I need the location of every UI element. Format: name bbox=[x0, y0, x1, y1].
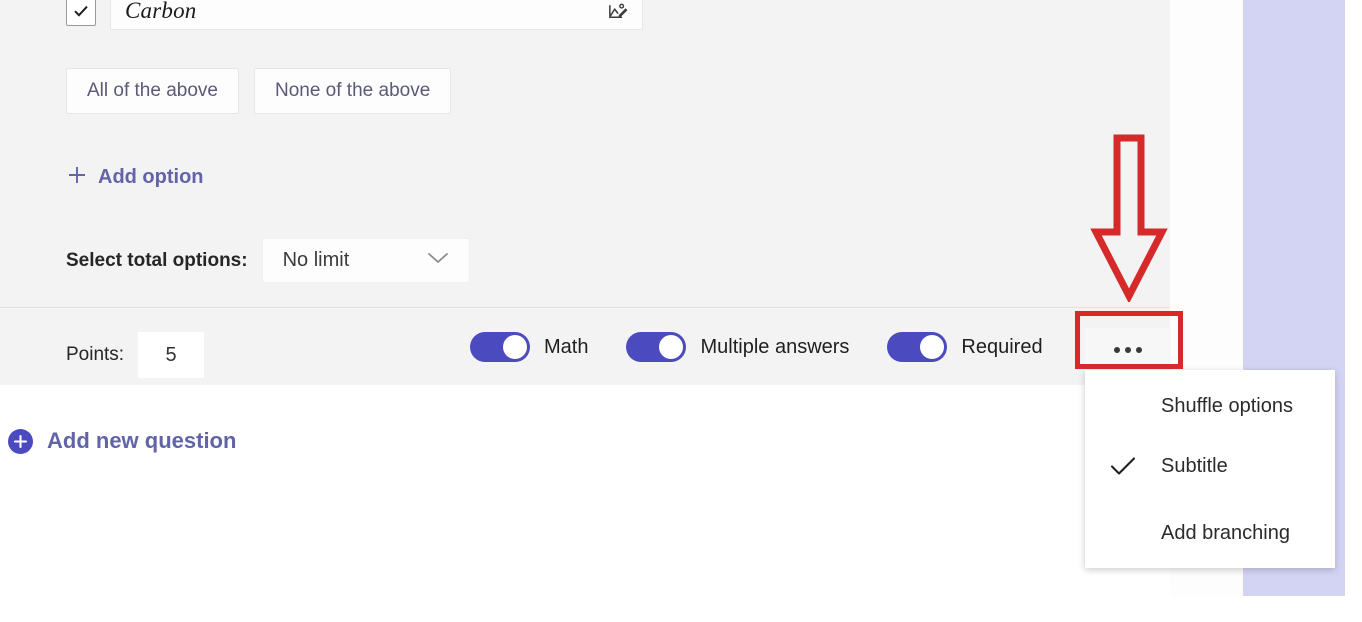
footer-toggles: Math Multiple answers Required bbox=[470, 332, 1081, 362]
question-card-body: Carbon All of the above None of the abov… bbox=[0, 0, 1170, 307]
toggle-group-multiple-answers: Multiple answers bbox=[626, 332, 849, 362]
select-total-options-value: No limit bbox=[282, 249, 350, 271]
math-toggle[interactable] bbox=[470, 332, 530, 362]
points-group: Points: 5 bbox=[66, 332, 205, 378]
add-option-button[interactable]: Add option bbox=[66, 164, 204, 190]
menu-item-subtitle-label: Subtitle bbox=[1161, 454, 1228, 477]
toggle-group-required: Required bbox=[887, 332, 1043, 362]
chevron-down-icon bbox=[425, 250, 451, 271]
select-total-options-row: Select total options: No limit bbox=[66, 238, 470, 283]
right-edge-strip bbox=[1345, 0, 1362, 622]
menu-item-subtitle[interactable]: Subtitle bbox=[1085, 436, 1335, 496]
lower-white-strip bbox=[1170, 596, 1345, 622]
preset-options-row: All of the above None of the above bbox=[66, 68, 452, 114]
select-total-options-dropdown[interactable]: No limit bbox=[261, 238, 470, 283]
add-option-label: Add option bbox=[98, 165, 204, 188]
preset-option-all-of-the-above[interactable]: All of the above bbox=[66, 68, 239, 114]
plus-circle-icon bbox=[8, 428, 33, 454]
option-text-input[interactable]: Carbon bbox=[110, 0, 643, 30]
option-correct-checkbox[interactable] bbox=[66, 0, 96, 26]
required-toggle-knob bbox=[920, 335, 945, 359]
ellipsis-icon bbox=[1111, 341, 1145, 355]
toggle-group-math: Math bbox=[470, 332, 588, 362]
option-row: Carbon bbox=[66, 0, 643, 30]
page-root: Carbon All of the above None of the abov… bbox=[0, 0, 1362, 622]
points-input[interactable]: 5 bbox=[138, 332, 205, 378]
points-label: Points: bbox=[66, 344, 125, 365]
question-card: Carbon All of the above None of the abov… bbox=[0, 0, 1171, 385]
multiple-answers-toggle-knob bbox=[659, 335, 684, 359]
required-toggle[interactable] bbox=[887, 332, 948, 362]
required-toggle-label: Required bbox=[961, 335, 1043, 358]
subtitle-check-icon bbox=[1085, 455, 1161, 477]
menu-item-shuffle-options-label: Shuffle options bbox=[1161, 394, 1293, 417]
add-new-question-button[interactable]: Add new question bbox=[8, 428, 236, 454]
checkmark-icon bbox=[74, 5, 88, 17]
math-toggle-knob bbox=[503, 335, 527, 359]
menu-item-add-branching[interactable]: Add branching bbox=[1085, 503, 1335, 563]
image-insert-icon[interactable] bbox=[606, 0, 630, 23]
preset-option-none-of-the-above[interactable]: None of the above bbox=[253, 68, 452, 114]
more-options-menu: Shuffle options Subtitle Add branching bbox=[1085, 370, 1335, 568]
multiple-answers-toggle[interactable] bbox=[626, 332, 687, 362]
menu-item-add-branching-label: Add branching bbox=[1161, 521, 1290, 544]
select-total-options-label: Select total options: bbox=[66, 249, 248, 271]
more-options-button[interactable] bbox=[1085, 328, 1171, 368]
math-toggle-label: Math bbox=[544, 335, 589, 358]
question-card-footer: Points: 5 Math Multiple answers Required bbox=[0, 307, 1171, 385]
menu-item-shuffle-options[interactable]: Shuffle options bbox=[1085, 376, 1335, 436]
option-text-value: Carbon bbox=[125, 0, 197, 23]
multiple-answers-toggle-label: Multiple answers bbox=[700, 335, 850, 358]
plus-icon bbox=[66, 164, 88, 190]
add-new-question-label: Add new question bbox=[47, 428, 237, 453]
